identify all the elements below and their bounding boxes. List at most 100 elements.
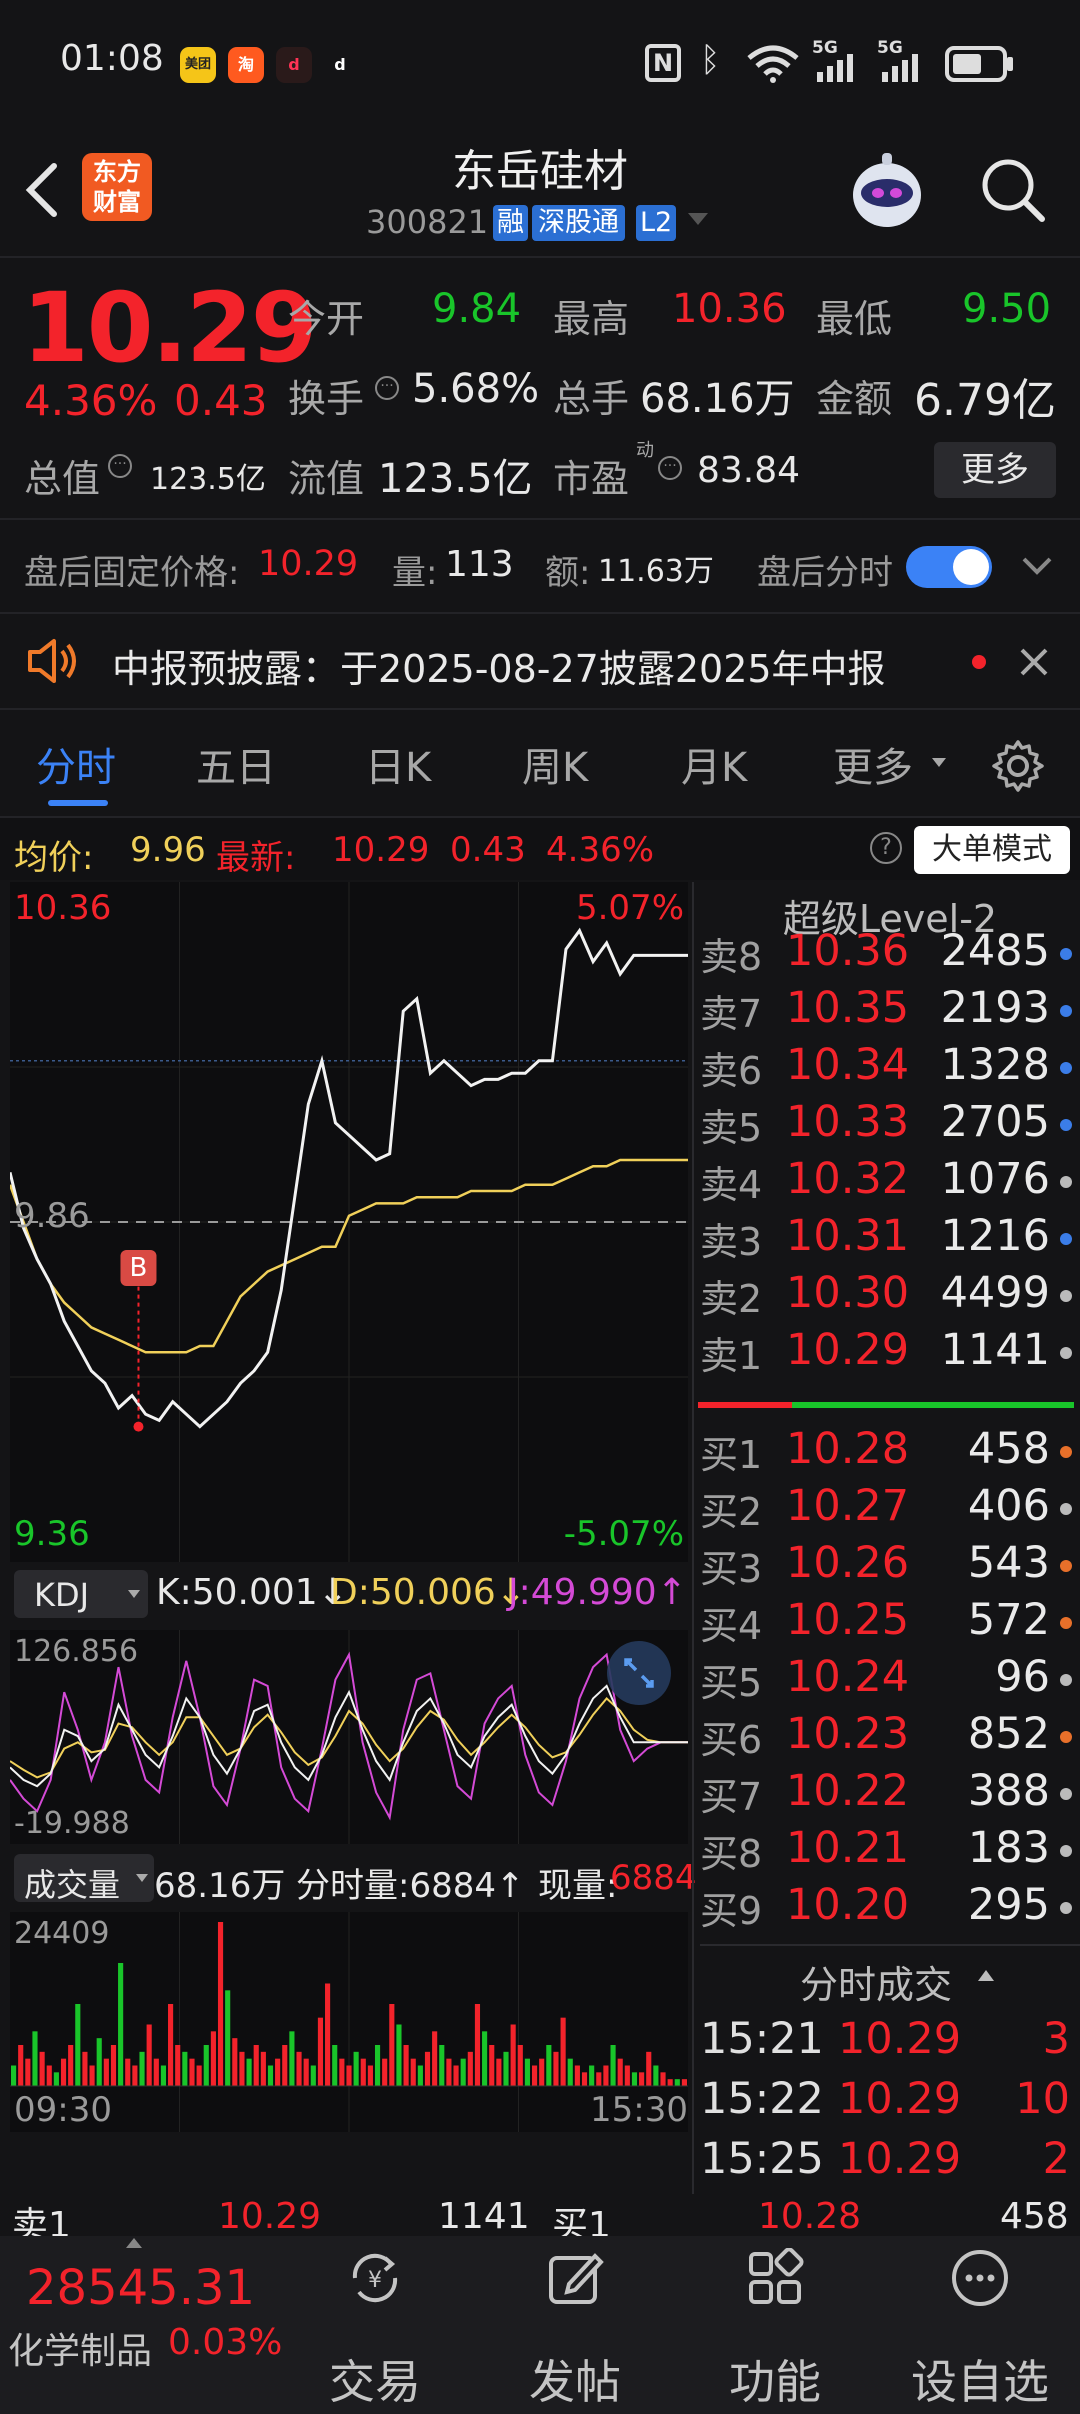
unread-dot bbox=[972, 655, 986, 669]
volume-bar bbox=[325, 1983, 331, 2086]
bid-row[interactable]: 买5 10.24 96 bbox=[700, 1652, 1080, 1709]
volume-bar bbox=[296, 2051, 302, 2086]
ask-row[interactable]: 卖4 10.32 1076 bbox=[700, 1154, 1080, 1211]
intraday-chart[interactable]: B 10.36 5.07% 9.86 9.36 -5.07% bbox=[10, 882, 688, 1562]
bluetooth-icon: ᛒ bbox=[700, 40, 721, 80]
nav-trade[interactable]: ¥ 交易 bbox=[275, 2236, 475, 2414]
nav-functions[interactable]: 功能 bbox=[675, 2236, 875, 2414]
volume-bar bbox=[460, 2058, 466, 2086]
big-order-mode-button[interactable]: 大单模式 bbox=[914, 826, 1070, 874]
tab-weekly-k[interactable]: 周K bbox=[522, 735, 588, 793]
volume-bar bbox=[589, 2065, 595, 2086]
bid-row[interactable]: 买7 10.22 388 bbox=[700, 1766, 1080, 1823]
ask-row[interactable]: 卖1 10.29 1141 bbox=[700, 1325, 1080, 1382]
bid-row[interactable]: 买3 10.26 543 bbox=[700, 1538, 1080, 1595]
volume-dropdown-icon bbox=[136, 1874, 148, 1882]
index-value[interactable]: 28545.31 bbox=[26, 2260, 255, 2316]
order-flag-dot bbox=[1060, 1845, 1072, 1857]
search-icon[interactable] bbox=[978, 155, 1048, 225]
info-icon-3[interactable]: ··· bbox=[658, 456, 682, 480]
chevron-down-icon[interactable] bbox=[688, 213, 708, 225]
kdj-chart[interactable]: 126.856 -19.988 bbox=[10, 1630, 688, 1844]
ask-price: 10.31 bbox=[786, 1211, 910, 1261]
bid-price: 10.24 bbox=[786, 1652, 910, 1702]
low-value: 9.50 bbox=[962, 286, 1052, 332]
nav-post[interactable]: 发帖 bbox=[475, 2236, 675, 2414]
tab-five-day[interactable]: 五日 bbox=[196, 735, 276, 793]
volume-bar bbox=[353, 2051, 359, 2086]
volume-current-label: 现量: bbox=[538, 1866, 618, 1906]
ask-price: 10.30 bbox=[786, 1268, 910, 1318]
volume-bar bbox=[360, 2058, 366, 2086]
best-ask-qty: 1141 bbox=[438, 2196, 530, 2237]
index-expand-icon[interactable] bbox=[126, 2238, 142, 2248]
bid-row[interactable]: 买2 10.27 406 bbox=[700, 1481, 1080, 1538]
bid-qty: 183 bbox=[967, 1823, 1050, 1873]
help-icon[interactable]: ? bbox=[870, 832, 902, 864]
volume-bar bbox=[132, 2065, 138, 2086]
volume-selector[interactable]: 成交量 bbox=[14, 1854, 154, 1904]
after-hours-toggle[interactable] bbox=[906, 546, 992, 588]
y-low-label: 9.36 bbox=[14, 1514, 90, 1554]
bid-row[interactable]: 买8 10.21 183 bbox=[700, 1823, 1080, 1880]
order-flag-dot bbox=[1060, 1560, 1072, 1572]
kdj-dropdown-icon bbox=[128, 1590, 140, 1598]
sort-up-icon bbox=[978, 1970, 994, 1981]
amount-value: 6.79亿 bbox=[914, 375, 1056, 426]
bid-price: 10.27 bbox=[786, 1481, 910, 1531]
ask-row[interactable]: 卖2 10.30 4499 bbox=[700, 1268, 1080, 1325]
kdj-selector[interactable]: KDJ bbox=[14, 1570, 148, 1618]
nav-add-watchlist[interactable]: 设自选 bbox=[880, 2236, 1080, 2414]
bid-price: 10.21 bbox=[786, 1823, 910, 1873]
bid-row[interactable]: 买6 10.23 852 bbox=[700, 1709, 1080, 1766]
intraday-info-bar: 均价: 9.96 最新: 10.29 0.43 4.36% ? 大单模式 bbox=[0, 818, 1080, 880]
more-dots-icon bbox=[952, 2250, 1008, 2306]
tick-qty: 3 bbox=[1042, 2014, 1070, 2064]
tab-daily-k[interactable]: 日K bbox=[365, 735, 431, 793]
ask-level-label: 卖4 bbox=[700, 1163, 763, 1207]
robot-assistant-icon[interactable] bbox=[842, 147, 932, 237]
volume-chart[interactable]: 24409 09:30 15:30 bbox=[10, 1912, 688, 2132]
y-base-label: 9.86 bbox=[14, 1196, 90, 1236]
market-cap-label: 总值 bbox=[24, 457, 101, 501]
volume-bar bbox=[382, 2058, 388, 2086]
close-icon[interactable] bbox=[1018, 646, 1050, 678]
tab-monthly-k[interactable]: 月K bbox=[681, 735, 747, 793]
tab-more[interactable]: 更多 bbox=[833, 735, 913, 793]
info-icon-2[interactable]: ··· bbox=[108, 454, 132, 478]
volume-bar bbox=[160, 2065, 167, 2086]
volume-bar bbox=[553, 2051, 559, 2086]
ask-row[interactable]: 卖7 10.35 2193 bbox=[700, 983, 1080, 1040]
fullscreen-icon[interactable] bbox=[606, 1640, 672, 1706]
index-name[interactable]: 化学制品 bbox=[8, 2322, 152, 2374]
notice-banner[interactable]: 中报预披露：于2025-08-27披露2025年中报 bbox=[0, 614, 1080, 708]
info-icon[interactable]: ··· bbox=[375, 376, 399, 400]
ask-price: 10.35 bbox=[786, 983, 910, 1033]
tab-intraday[interactable]: 分时 bbox=[36, 735, 116, 793]
turnover-value: 5.68% bbox=[412, 366, 540, 412]
edit-icon bbox=[549, 2253, 604, 2304]
ticks-title[interactable]: 分时成交 bbox=[800, 1954, 952, 2009]
ask-row[interactable]: 卖3 10.31 1216 bbox=[700, 1211, 1080, 1268]
bid-row[interactable]: 买1 10.28 458 bbox=[700, 1424, 1080, 1481]
bid-level-label: 买8 bbox=[700, 1832, 763, 1876]
index-pct[interactable]: 0.03% bbox=[168, 2322, 282, 2363]
ask-row[interactable]: 卖6 10.34 1328 bbox=[700, 1040, 1080, 1097]
bid-row[interactable]: 买4 10.25 572 bbox=[700, 1595, 1080, 1652]
latest-pct: 4.36% bbox=[546, 830, 655, 870]
order-flag-dot bbox=[1060, 948, 1072, 960]
ask-qty: 1216 bbox=[940, 1211, 1050, 1261]
tick-row: 15:25 10.29 2 bbox=[700, 2134, 1080, 2192]
ask-row[interactable]: 卖5 10.33 2705 bbox=[700, 1097, 1080, 1154]
more-button[interactable]: 更多 bbox=[934, 442, 1056, 498]
ask-row[interactable]: 卖8 10.36 2485 bbox=[700, 926, 1080, 983]
gear-icon[interactable] bbox=[990, 738, 1046, 794]
bid-price: 10.28 bbox=[786, 1424, 910, 1474]
expand-chevron-icon[interactable] bbox=[1020, 554, 1054, 578]
bid-row[interactable]: 买9 10.20 295 bbox=[700, 1880, 1080, 1937]
tick-time: 15:25 bbox=[700, 2134, 824, 2184]
bid-qty: 406 bbox=[967, 1481, 1050, 1531]
status-bar: 01:08 美团 淘 d d N ᛒ 5G 5G bbox=[0, 0, 1080, 125]
volume-bar bbox=[403, 2045, 409, 2086]
ask-level-label: 卖6 bbox=[700, 1049, 763, 1093]
